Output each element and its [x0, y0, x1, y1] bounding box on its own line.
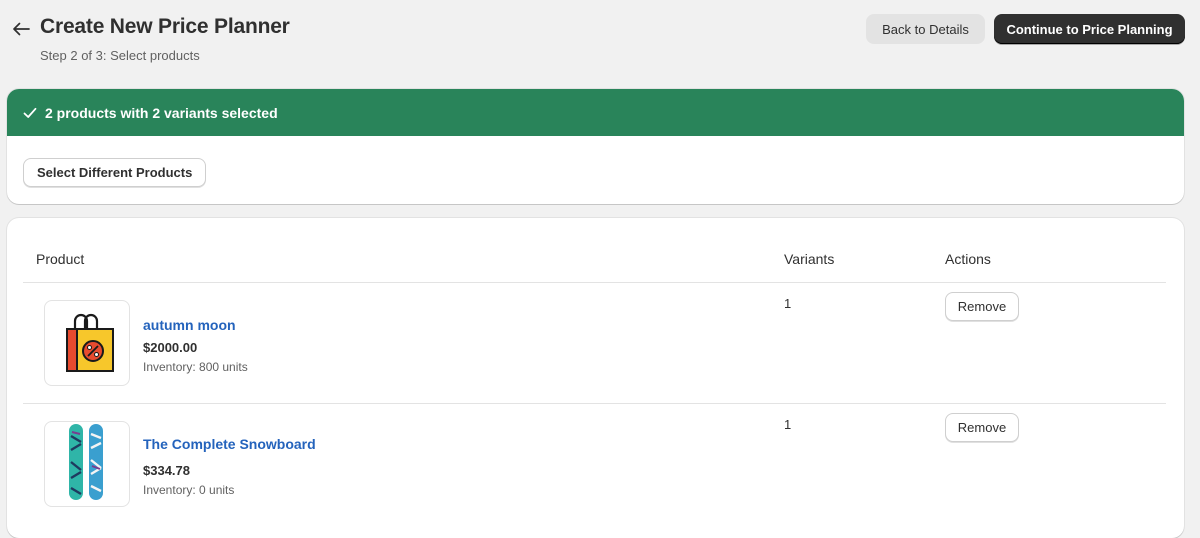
product-price: $2000.00	[143, 340, 198, 355]
page-header: Create New Price Planner Step 2 of 3: Se…	[0, 0, 1200, 80]
page-title: Create New Price Planner	[40, 15, 290, 38]
header-divider	[23, 282, 1166, 283]
selection-banner: 2 products with 2 variants selected	[7, 89, 1184, 136]
product-inventory: Inventory: 0 units	[143, 483, 235, 497]
back-arrow-icon[interactable]	[8, 16, 34, 42]
products-table-card: Product Variants Actions autumn moon $20…	[7, 218, 1184, 538]
page-subtitle: Step 2 of 3: Select products	[40, 48, 200, 63]
column-header-variants: Variants	[784, 251, 835, 267]
continue-to-price-planning-button[interactable]: Continue to Price Planning	[994, 14, 1185, 44]
select-different-products-button[interactable]: Select Different Products	[23, 158, 207, 187]
variant-count: 1	[784, 417, 792, 432]
column-header-actions: Actions	[945, 251, 991, 267]
checkmark-icon	[23, 105, 39, 121]
product-inventory: Inventory: 800 units	[143, 360, 248, 374]
variant-count: 1	[784, 296, 792, 311]
product-thumbnail	[44, 421, 130, 507]
product-name-link[interactable]: autumn moon	[143, 317, 236, 333]
snowboard-icon	[65, 422, 109, 507]
product-price: $334.78	[143, 463, 190, 478]
column-header-product: Product	[36, 251, 85, 267]
selection-summary-text: 2 products with 2 variants selected	[45, 104, 278, 121]
selection-card: 2 products with 2 variants selected Sele…	[7, 89, 1184, 204]
product-name-link[interactable]: The Complete Snowboard	[143, 436, 316, 452]
product-thumbnail	[44, 300, 130, 386]
back-to-details-button[interactable]: Back to Details	[866, 14, 985, 44]
row-divider	[23, 403, 1166, 404]
shopping-bag-discount-icon	[55, 307, 119, 380]
remove-button[interactable]: Remove	[945, 292, 1019, 321]
remove-button[interactable]: Remove	[945, 413, 1019, 442]
